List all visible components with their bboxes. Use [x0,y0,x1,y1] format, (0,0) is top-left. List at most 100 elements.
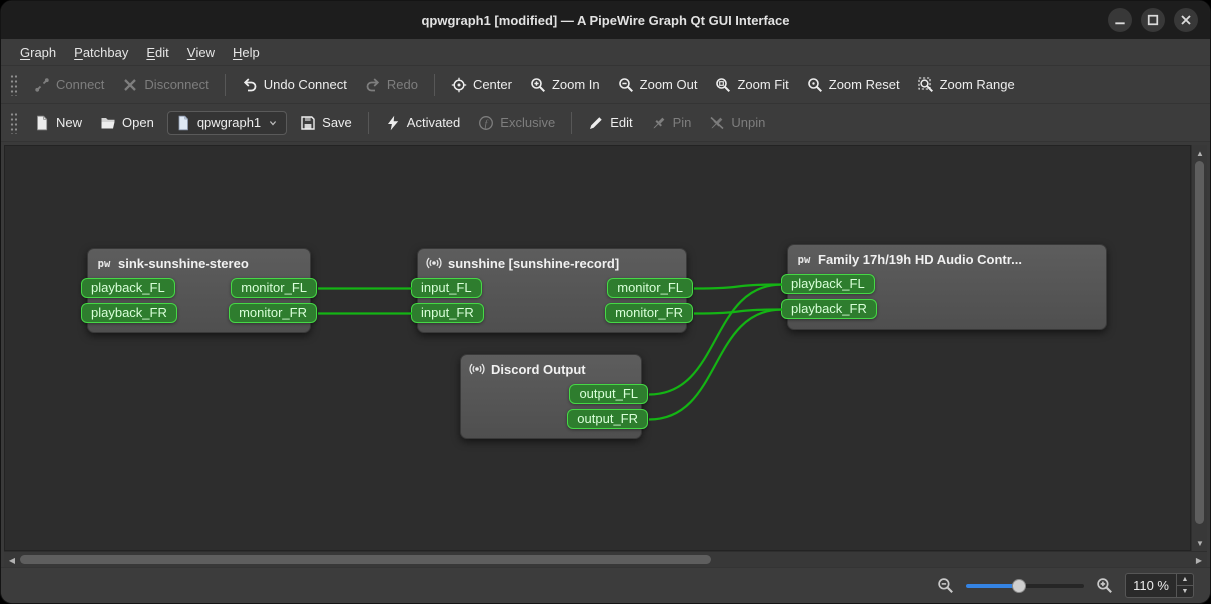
menu-patchbay[interactable]: Patchbay [65,39,137,65]
toolbar-drag-handle[interactable] [10,112,17,134]
node-sink-sunshine-stereo[interactable]: pwsink-sunshine-stereoplayback_FLmonitor… [87,248,311,333]
zoom-slider-handle[interactable] [1012,579,1026,593]
vertical-scrollbar[interactable]: ▲ ▼ [1191,145,1207,551]
toolbar-button-redo[interactable]: Redo [356,71,427,99]
toolbar-button-edit[interactable]: Edit [579,109,641,137]
exclusive-icon: f [478,115,494,131]
file-icon [175,115,191,131]
horizontal-scrollbar-thumb[interactable] [20,555,711,564]
pin-icon [651,115,667,131]
toolbar-button-save[interactable]: Save [291,109,361,137]
maximize-icon [1145,12,1161,28]
vertical-scrollbar-thumb[interactable] [1195,161,1204,524]
node-family-17h-19h-hd-audio-contr[interactable]: pwFamily 17h/19h HD Audio Contr...playba… [787,244,1107,330]
port-input-input-fr[interactable]: input_FR [411,303,484,323]
zoom-spin-down-button[interactable]: ▼ [1177,586,1193,597]
toolbar-drag-handle[interactable] [10,74,17,96]
svg-text:f: f [485,118,489,129]
connect-icon [34,77,50,93]
scroll-right-button[interactable]: ▶ [1191,552,1207,568]
toolbar-separator [368,112,369,134]
scroll-down-button[interactable]: ▼ [1192,535,1208,551]
speaker-icon [469,361,485,377]
toolbar-button-zoom-fit[interactable]: Zoom Fit [706,71,797,99]
port-output-monitor-fr[interactable]: monitor_FR [229,303,317,323]
toolbar-button-undo-connect[interactable]: Undo Connect [233,71,356,99]
node-title: sink-sunshine-stereo [118,256,249,271]
toolbar-button-exclusive[interactable]: fExclusive [469,109,564,137]
port-output-output-fl[interactable]: output_FL [569,384,648,404]
menu-help[interactable]: Help [224,39,269,65]
toolbar-file: New Open qpwgraph1 Save ActivatedfExclusive E… [1,104,1210,142]
maximize-button[interactable] [1141,8,1165,32]
toolbar-button-label: Zoom In [552,77,600,92]
zoom-slider[interactable] [966,577,1084,595]
chevron-down-icon [267,117,279,129]
toolbar-button-center[interactable]: Center [442,71,521,99]
toolbar-button-label: qpwgraph1 [197,115,261,130]
port-output-monitor-fl[interactable]: monitor_FL [231,278,317,298]
titlebar[interactable]: qpwgraph1 [modified] — A PipeWire Graph … [1,1,1210,39]
menu-graph[interactable]: Graph [11,39,65,65]
close-button[interactable] [1174,8,1198,32]
statusbar: 110 % ▲ ▼ [1,567,1210,603]
app-window: qpwgraph1 [modified] — A PipeWire Graph … [0,0,1211,604]
port-input-input-fl[interactable]: input_FL [411,278,482,298]
menu-edit[interactable]: Edit [137,39,177,65]
toolbar-button-zoom-range[interactable]: Zoom Range [909,71,1024,99]
toolbar-button-label: New [56,115,82,130]
node-discord-output[interactable]: Discord Outputoutput_FLoutput_FR [460,354,642,439]
port-input-playback-fr[interactable]: playback_FR [81,303,177,323]
horizontal-scrollbar-track[interactable] [20,552,1191,567]
toolbar-button-label: Pin [673,115,692,130]
connections-layer [5,146,1190,550]
minimize-button[interactable] [1108,8,1132,32]
unpin-icon [709,115,725,131]
port-output-output-fr[interactable]: output_FR [567,409,648,429]
graph-canvas[interactable]: pwsink-sunshine-stereoplayback_FLmonitor… [4,145,1191,551]
zoom-out-icon[interactable] [937,577,954,594]
zoom-in-icon[interactable] [1096,577,1113,594]
node-sunshine-sunshine-record[interactable]: sunshine [sunshine-record]input_FLmonito… [417,248,687,333]
minimize-icon [1112,12,1128,28]
toolbar-button-pin[interactable]: Pin [642,109,701,137]
svg-text:pw: pw [98,258,111,270]
toolbar-button-new[interactable]: New [25,109,91,137]
patchbay-combo-qpwgraph1[interactable]: qpwgraph1 [167,111,287,135]
toolbar-button-activated[interactable]: Activated [376,109,469,137]
port-input-playback-fl[interactable]: playback_FL [781,274,875,294]
toolbar-button-disconnect[interactable]: Disconnect [113,71,217,99]
horizontal-scrollbar[interactable]: ◀ ▶ [4,551,1207,567]
toolbar-button-label: Zoom Range [940,77,1015,92]
port-input-playback-fl[interactable]: playback_FL [81,278,175,298]
port-output-monitor-fl[interactable]: monitor_FL [607,278,693,298]
vertical-scrollbar-track[interactable] [1192,161,1207,535]
zoom-spinbox[interactable]: 110 % ▲ ▼ [1125,573,1194,598]
toolbar-button-label: Redo [387,77,418,92]
scroll-left-button[interactable]: ◀ [4,552,20,568]
toolbar-button-connect[interactable]: Connect [25,71,113,99]
toolbar-button-zoom-out[interactable]: Zoom Out [609,71,707,99]
toolbar-button-zoom-in[interactable]: Zoom In [521,71,609,99]
port-input-playback-fr[interactable]: playback_FR [781,299,877,319]
node-title: Family 17h/19h HD Audio Contr... [818,252,1022,267]
zoom-out-icon [618,77,634,93]
window-title: qpwgraph1 [modified] — A PipeWire Graph … [421,13,789,28]
scroll-up-button[interactable]: ▲ [1192,145,1208,161]
toolbar-button-label: Open [122,115,154,130]
toolbar-button-open[interactable]: Open [91,109,163,137]
toolbar-button-label: Zoom Reset [829,77,900,92]
toolbar-button-zoom-reset[interactable]: Zoom Reset [798,71,909,99]
pipewire-icon: pw [96,255,112,271]
toolbar-button-unpin[interactable]: Unpin [700,109,774,137]
menu-view[interactable]: View [178,39,224,65]
svg-text:pw: pw [798,254,811,266]
save-icon [300,115,316,131]
disconnect-icon [122,77,138,93]
zoom-spin-up-button[interactable]: ▲ [1177,574,1193,586]
toolbar-graph: ConnectDisconnect Undo Connect Redo Center Z… [1,66,1210,104]
activated-icon [385,115,401,131]
port-output-monitor-fr[interactable]: monitor_FR [605,303,693,323]
zoom-reset-icon [807,77,823,93]
zoom-range-icon [918,77,934,93]
